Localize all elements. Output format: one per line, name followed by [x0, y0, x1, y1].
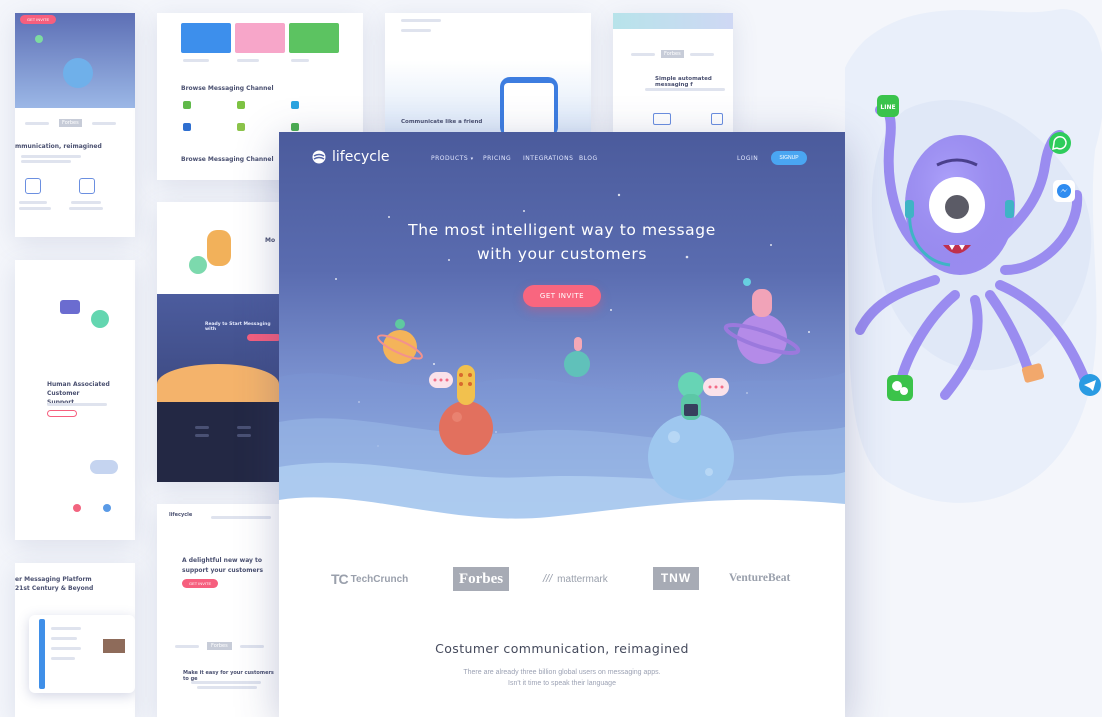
press-tnw: TNW	[653, 567, 699, 590]
channel-card[interactable]	[181, 23, 231, 53]
footer-title: Browse Messaging Channel	[181, 156, 274, 163]
press-logo: Forbes	[59, 119, 82, 127]
robot-illustration	[60, 300, 80, 314]
channel-icon	[237, 123, 245, 131]
sheet-logo: lifecycle	[169, 512, 193, 518]
press-logo: Forbes	[661, 50, 684, 58]
dot-illustration	[103, 504, 111, 512]
chevron-down-icon: ▾	[470, 156, 474, 162]
line-app-icon: LINE	[880, 104, 895, 111]
press-venturebeat: VentureBeat	[729, 572, 791, 584]
press-techcrunch: TC TechCrunch	[331, 571, 409, 587]
channel-icon	[183, 101, 191, 109]
channel-icon	[183, 123, 191, 131]
press-row: Forbes	[631, 50, 714, 58]
channel-card[interactable]	[235, 23, 285, 53]
sheet-title: Simple automated messaging f	[655, 76, 712, 88]
preview-sheet-left-3: er Messaging Platform 21st Century & Bey…	[15, 563, 135, 717]
login-link[interactable]: LOGIN	[737, 155, 758, 162]
preview-sheet-left-2: Human Associated Customer Support	[15, 260, 135, 540]
sheet-title: mmunication, reimagined	[15, 143, 102, 150]
preview-sheet-support: lifecycle A delightful new way to suppor…	[157, 504, 279, 717]
signup-button[interactable]: SIGNUP	[771, 151, 807, 165]
sheet-button[interactable]	[47, 410, 77, 417]
press-logo-row: Forbes	[25, 119, 116, 127]
preview-sheet-chat: Communicate like a friend	[385, 13, 591, 132]
app-mockup	[29, 615, 135, 693]
brand-name: lifecycle	[332, 149, 390, 165]
feature-icon	[711, 113, 723, 125]
cat-illustration	[207, 230, 231, 266]
channel-icon	[291, 123, 299, 131]
brand-logo[interactable]: lifecycle	[312, 149, 390, 165]
nav-pricing[interactable]: PRICING	[483, 155, 511, 162]
sheet-title: er Messaging Platform 21st Century & Bey…	[15, 576, 94, 592]
ready-section: Ready to Start Messaging with	[157, 294, 279, 482]
hero-section: lifecycle PRODUCTS ▾ PRICING INTEGRATION…	[279, 132, 845, 527]
preview-sheet-automated: Forbes Simple automated messaging f	[613, 13, 733, 132]
preview-sheet-ready: Mo Ready to Start Messaging with	[157, 202, 279, 482]
techcrunch-logo-icon: TC	[331, 571, 349, 587]
ready-button[interactable]	[247, 334, 279, 341]
press-logo: Forbes	[207, 642, 232, 650]
press-logos: TC TechCrunch Forbes /// mattermark TNW …	[279, 557, 845, 607]
main-landing-page: lifecycle PRODUCTS ▾ PRICING INTEGRATION…	[279, 132, 845, 717]
planet-illustration	[35, 35, 43, 43]
ground-illustration	[157, 364, 279, 404]
sheet-cta[interactable]: GET INVITE	[182, 579, 219, 588]
nav-integrations[interactable]: INTEGRATIONS	[523, 155, 573, 162]
wave-bg	[613, 13, 733, 29]
channel-icon	[237, 101, 245, 109]
press-mattermark: /// mattermark	[543, 573, 608, 585]
lifecycle-logo-icon	[312, 150, 326, 164]
planet-orange	[377, 319, 423, 364]
channel-card[interactable]	[289, 23, 339, 53]
press-row: Forbes	[175, 642, 264, 650]
chat-panel	[397, 13, 477, 39]
nav-blog[interactable]: BLOG	[579, 155, 598, 162]
section-description: There are already three billion global u…	[463, 669, 661, 687]
planet-illustration	[91, 310, 109, 328]
sheet-caption: Communicate like a friend	[401, 119, 483, 125]
footer-area	[157, 402, 279, 482]
channel-icon	[291, 101, 299, 109]
sheet-headline: A delightful new way to support your cus…	[182, 557, 264, 574]
robot-illustration	[90, 460, 118, 474]
hero-headline: The most intelligent way to message with…	[408, 221, 716, 263]
planet-green-small	[564, 337, 590, 377]
mattermark-logo-icon: ///	[543, 573, 553, 585]
planet-purple-with-character	[723, 278, 801, 364]
section-title: Browse Messaging Channel	[181, 85, 274, 92]
planet-illustration	[189, 256, 207, 274]
feature-icon	[79, 178, 95, 194]
planet-illustration	[63, 58, 93, 88]
feature-icon	[653, 113, 671, 125]
dot-illustration	[73, 504, 81, 512]
top-navigation: lifecycle PRODUCTS ▾ PRICING INTEGRATION…	[279, 132, 845, 184]
phone-mockup	[500, 77, 558, 132]
section-title: Costumer communication, reimagined	[435, 641, 689, 656]
press-forbes: Forbes	[453, 567, 509, 591]
ready-title: Ready to Start Messaging with	[205, 322, 271, 332]
sheet-tag[interactable]: GET INVITE	[20, 15, 57, 24]
side-text: Mo	[265, 237, 276, 244]
hero-background-art	[279, 193, 845, 527]
nav-products[interactable]: PRODUCTS ▾	[431, 155, 474, 162]
preview-sheet-left-1: GET INVITE Forbes mmunication, reimagine…	[15, 13, 135, 237]
feature-icon	[25, 178, 41, 194]
octopus-illustration: LINE	[845, 9, 1102, 503]
get-invite-button[interactable]: GET INVITE	[523, 285, 601, 307]
